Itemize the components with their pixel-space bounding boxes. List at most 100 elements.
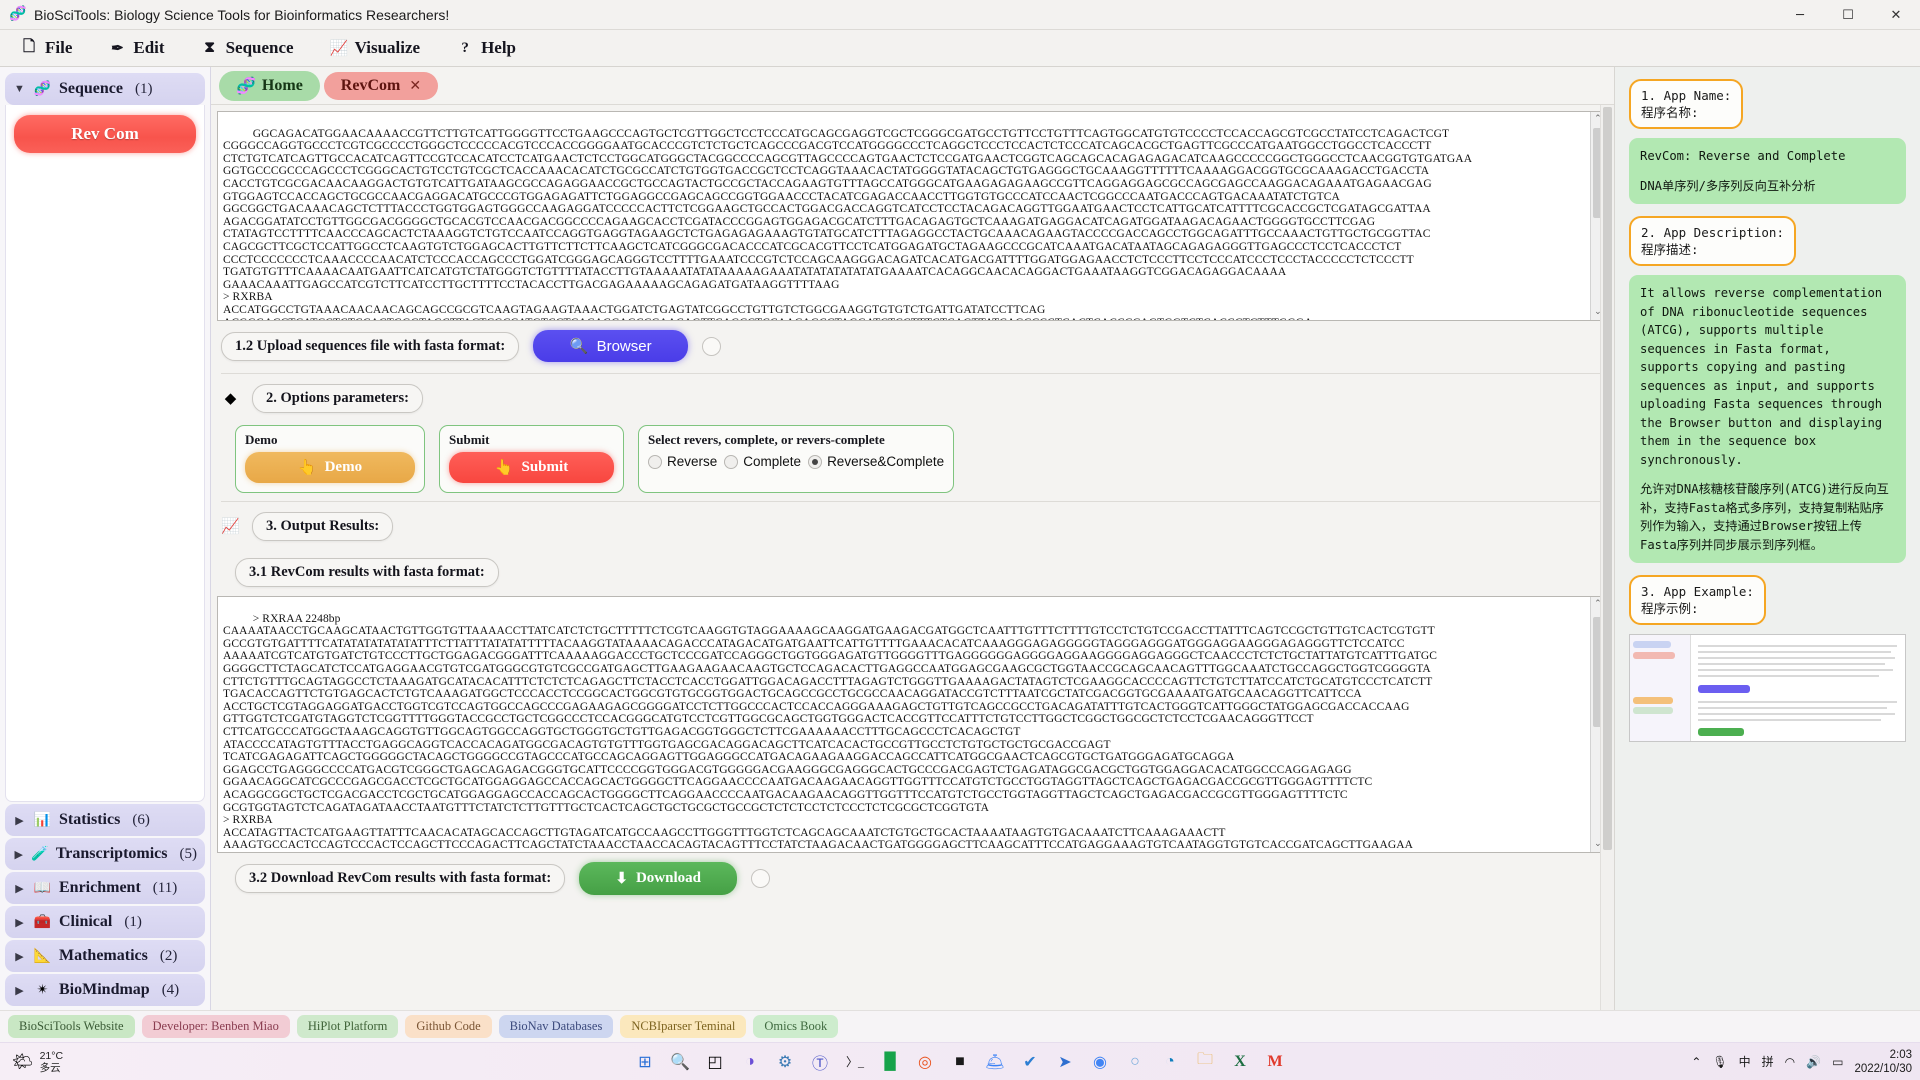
store-icon[interactable]: 🛎 (984, 1051, 1006, 1073)
mindmaster-icon[interactable]: M (1264, 1051, 1286, 1073)
sidebar-group-transcriptomics[interactable]: ▶ 🧪 Transcriptomics (5) (5, 838, 205, 870)
title-bar: 🧬 BioSciTools: Biology Science Tools for… (0, 0, 1920, 30)
vscode-icon[interactable]: ✔ (1019, 1051, 1041, 1073)
menu-visualize[interactable]: 📈 Visualize (320, 35, 446, 61)
maximize-button[interactable]: ☐ (1824, 0, 1872, 30)
menu-help[interactable]: ? Help (446, 35, 542, 61)
footer-link-ncbiparser-teminal[interactable]: NCBIparser Teminal (620, 1015, 747, 1038)
thumbnail-chip (1633, 641, 1671, 648)
input-sequence-box[interactable]: GGCAGACATGGAACAAAACCGTTCTTGTCATTGGGGTTCC… (217, 111, 1606, 321)
radio-icon[interactable] (648, 454, 662, 469)
app-name-en: RevCom: Reverse and Complete (1640, 149, 1846, 163)
chevron-right-icon[interactable]: ▶ (13, 984, 26, 997)
close-button[interactable]: ✕ (1872, 0, 1920, 30)
thumbnail-chip (1698, 728, 1744, 736)
edge-icon[interactable]: ◔ (1159, 1051, 1181, 1073)
chart-check-icon: 📈 (221, 519, 240, 535)
footer-link-bioscitools-website[interactable]: BioSciTools Website (8, 1015, 135, 1038)
info-panel: 1. App Name: 程序名称: RevCom: Reverse and C… (1615, 67, 1920, 1010)
dna-icon: 🧬 (33, 81, 52, 97)
menu-sequence[interactable]: ⧗ Sequence (191, 35, 320, 61)
chevron-right-icon[interactable]: ▶ (13, 814, 26, 827)
radio-icon-selected[interactable] (808, 454, 823, 469)
results-label: 3.1 RevCom results with fasta format: (235, 558, 499, 587)
teams-icon[interactable]: Ⓣ (809, 1051, 831, 1073)
task-view-icon[interactable]: ◰ (704, 1051, 726, 1073)
chevron-right-icon[interactable]: ▶ (13, 950, 26, 963)
ime-chinese-icon[interactable]: 中 (1739, 1053, 1751, 1070)
radio-icon[interactable] (724, 454, 739, 469)
microphone-icon[interactable]: 🎙 (1712, 1055, 1727, 1069)
footer-link-hiplot-platform[interactable]: HiPlot Platform (296, 1015, 399, 1038)
sidebar-group-clinical[interactable]: ▶ 🧰 Clinical (1) (5, 906, 205, 938)
footer-link-developer[interactable]: Developer: Benben Miao (141, 1015, 290, 1038)
content-scrollbar[interactable] (1600, 105, 1614, 1010)
menu-edit[interactable]: ✒ Edit (98, 35, 190, 61)
onenote-icon[interactable]: █ (879, 1051, 901, 1073)
app-example-thumbnail[interactable] (1629, 634, 1906, 742)
demo-button[interactable]: 👆 Demo (245, 452, 415, 483)
sidebar-group-mathematics-label: Mathematics (59, 947, 148, 964)
sticky-notes-icon[interactable]: ■ (949, 1051, 971, 1073)
powerpoint-icon[interactable]: ➤ (1054, 1051, 1076, 1073)
upload-status-indicator (702, 336, 722, 356)
app-body: ▼ 🧬 Sequence (1) Rev Com ▶ 📊 Statistics … (0, 67, 1920, 1010)
app-description-callout: 2. App Description: 程序描述: (1629, 216, 1796, 266)
widgets-icon[interactable]: ◑ (739, 1051, 761, 1073)
footer-link-omics-book[interactable]: Omics Book (753, 1015, 839, 1038)
mathematics-icon: 📐 (33, 948, 52, 964)
sidebar-group-enrichment[interactable]: ▶ 📖 Enrichment (11) (5, 872, 205, 904)
tab-home[interactable]: 🧬 Home (219, 70, 320, 101)
dna-icon: 🧬 (236, 77, 256, 95)
battery-icon[interactable]: ▭ (1832, 1055, 1843, 1069)
sidebar-group-sequence[interactable]: ▼ 🧬 Sequence (1) (5, 73, 205, 105)
sidebar-group-clinical-count: (1) (124, 913, 142, 930)
menu-help-label: Help (481, 38, 517, 57)
folder-icon[interactable]: 🗀 (1194, 1051, 1216, 1073)
input-sequence-text[interactable]: GGCAGACATGGAACAAAACCGTTCTTGTCATTGGGGTTCC… (223, 128, 1472, 320)
minimize-button[interactable]: ─ (1776, 0, 1824, 30)
center-pane: 🧬 Home RevCom ✕ GGCAGACATGGAACAAAACCGTTC… (211, 67, 1615, 1010)
close-icon[interactable]: ✕ (409, 78, 421, 94)
wifi-icon[interactable]: ◠ (1785, 1055, 1795, 1069)
excel-icon[interactable]: X (1229, 1051, 1251, 1073)
volume-icon[interactable]: 🔊 (1806, 1055, 1821, 1069)
chevron-down-icon[interactable]: ▼ (13, 83, 26, 95)
chevron-up-icon[interactable]: ⌃ (1691, 1055, 1701, 1069)
demo-caption: Demo (245, 432, 278, 447)
chrome-icon[interactable]: ◉ (1089, 1051, 1111, 1073)
sidebar-group-biomindmap[interactable]: ▶ ✴ BioMindmap (4) (5, 974, 205, 1006)
radio-complete[interactable]: Complete (724, 454, 801, 469)
settings-icon[interactable]: ⚙ (774, 1051, 796, 1073)
output-sequence-box[interactable]: > RXRAA 2248bp CAAAATAACCTGCAAGCATAACTGT… (217, 596, 1606, 853)
chevron-right-icon[interactable]: ▶ (13, 882, 26, 895)
menu-file[interactable]: 🗋 File (10, 33, 98, 64)
upload-row: 1.2 Upload sequences file with fasta for… (217, 321, 1614, 371)
start-icon[interactable]: ⊞ (634, 1051, 656, 1073)
sidebar-group-statistics[interactable]: ▶ 📊 Statistics (6) (5, 804, 205, 836)
ime-pinyin-icon[interactable]: 拼 (1762, 1053, 1774, 1070)
sidebar-group-statistics-label: Statistics (59, 811, 121, 828)
radio-reverse-complete[interactable]: Reverse&Complete (808, 454, 944, 469)
search-icon[interactable]: 🔍 (669, 1051, 691, 1073)
sidebar-group-biomindmap-label: BioMindmap (59, 981, 150, 998)
footer-link-bionav-databases[interactable]: BioNav Databases (498, 1015, 614, 1038)
chevron-right-icon[interactable]: ▶ (13, 848, 24, 861)
sidebar-group-mathematics[interactable]: ▶ 📐 Mathematics (2) (5, 940, 205, 972)
chevron-right-icon[interactable]: ▶ (13, 916, 26, 929)
rev-com-button[interactable]: Rev Com (14, 115, 196, 153)
radio-reverse[interactable]: Reverse (648, 454, 717, 469)
content-scroll-thumb[interactable] (1603, 107, 1612, 850)
taskbar-weather[interactable]: 🌤 21°C 多云 (12, 1050, 63, 1074)
tab-revcom[interactable]: RevCom ✕ (323, 71, 439, 100)
submit-button[interactable]: 👆 Submit (449, 452, 614, 483)
app-example-callout: 3. App Example: 程序示例: (1629, 575, 1766, 625)
r-studio-icon[interactable]: ○ (1124, 1051, 1146, 1073)
footer-link-github-code[interactable]: Github Code (405, 1015, 492, 1038)
download-button[interactable]: ⬇ Download (579, 862, 738, 895)
browser-button[interactable]: 🔍 Browser (533, 330, 689, 362)
ubuntu-icon[interactable]: ◎ (914, 1051, 936, 1073)
terminal-icon[interactable]: 〉_ (844, 1051, 866, 1073)
output-sequence-text[interactable]: > RXRAA 2248bp CAAAATAACCTGCAAGCATAACTGT… (223, 613, 1437, 852)
clock[interactable]: 2:03 2022/10/30 (1854, 1048, 1912, 1076)
